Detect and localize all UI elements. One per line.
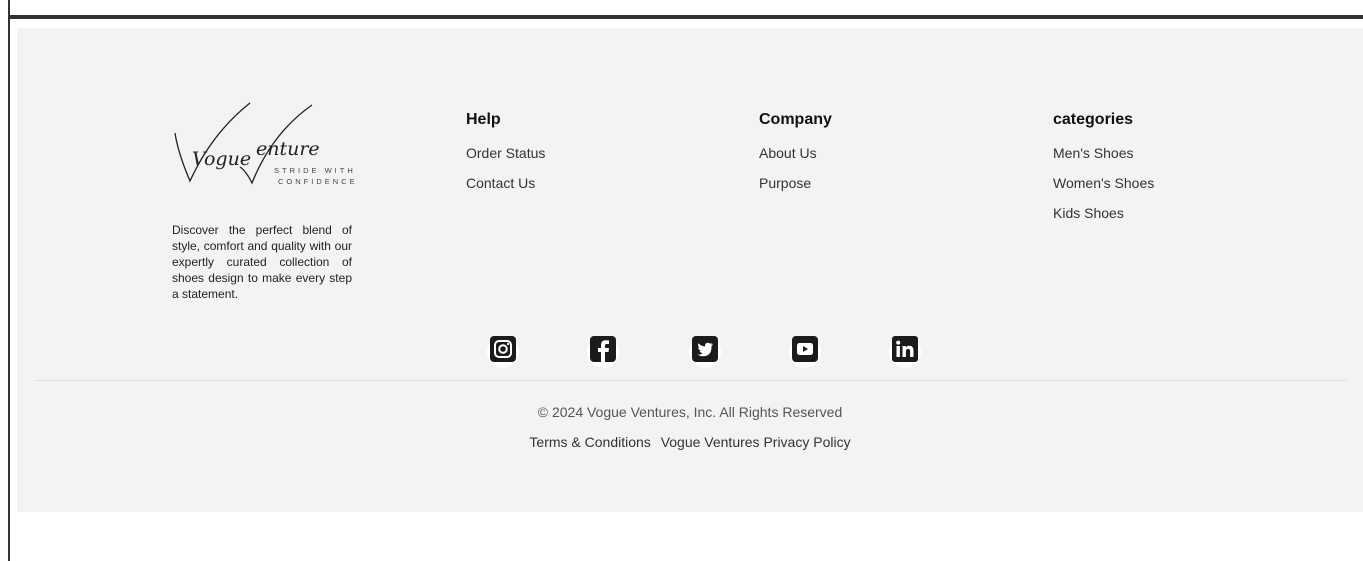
youtube-icon	[792, 336, 818, 362]
linkedin-icon	[892, 336, 918, 362]
twitter-link[interactable]	[689, 336, 721, 368]
privacy-policy-link[interactable]: Vogue Ventures Privacy Policy	[661, 434, 851, 450]
brand-motto-line1: STRIDE WITH	[274, 166, 356, 175]
brand-tagline: Discover the perfect blend of style, com…	[172, 223, 352, 301]
mens-shoes-link[interactable]: Men's Shoes	[1053, 145, 1154, 162]
purpose-link[interactable]: Purpose	[759, 175, 832, 192]
womens-shoes-link[interactable]: Women's Shoes	[1053, 175, 1154, 192]
brand-name-part2: enture	[256, 138, 320, 160]
brand-logo-mark: Vogue enture STRIDE WITH CONFIDENCE	[174, 102, 358, 186]
page-top-border	[8, 15, 1363, 19]
brand-logo[interactable]: Vogue enture STRIDE WITH CONFIDENCE	[172, 93, 387, 213]
linkedin-link[interactable]	[889, 336, 921, 368]
twitter-icon	[692, 336, 718, 362]
kids-shoes-link[interactable]: Kids Shoes	[1053, 205, 1154, 222]
facebook-icon	[590, 336, 616, 362]
page-left-border	[8, 0, 10, 561]
terms-conditions-link[interactable]: Terms & Conditions	[529, 434, 650, 450]
help-heading: Help	[466, 111, 501, 128]
youtube-link[interactable]	[789, 336, 821, 368]
facebook-link[interactable]	[587, 336, 619, 368]
contact-us-link[interactable]: Contact Us	[466, 175, 545, 192]
legal-links: Terms & Conditions Vogue Ventures Privac…	[17, 434, 1363, 450]
order-status-link[interactable]: Order Status	[466, 145, 545, 162]
instagram-link[interactable]	[487, 336, 519, 368]
footer-divider	[35, 380, 1347, 381]
footer-column-company: Company About Us Purpose	[759, 111, 832, 205]
instagram-icon	[490, 336, 516, 362]
site-footer: Vogue enture STRIDE WITH CONFIDENCE Disc…	[17, 28, 1363, 512]
categories-heading: categories	[1053, 111, 1134, 128]
about-us-link[interactable]: About Us	[759, 145, 832, 162]
footer-column-help: Help Order Status Contact Us	[466, 111, 545, 205]
brand-name-part1: Vogue	[192, 148, 251, 170]
copyright-text: © 2024 Vogue Ventures, Inc. All Rights R…	[537, 404, 843, 420]
brand-motto-line2: CONFIDENCE	[278, 177, 358, 186]
footer-column-categories: categories Men's Shoes Women's Shoes Kid…	[1053, 111, 1154, 235]
company-heading: Company	[759, 111, 832, 128]
